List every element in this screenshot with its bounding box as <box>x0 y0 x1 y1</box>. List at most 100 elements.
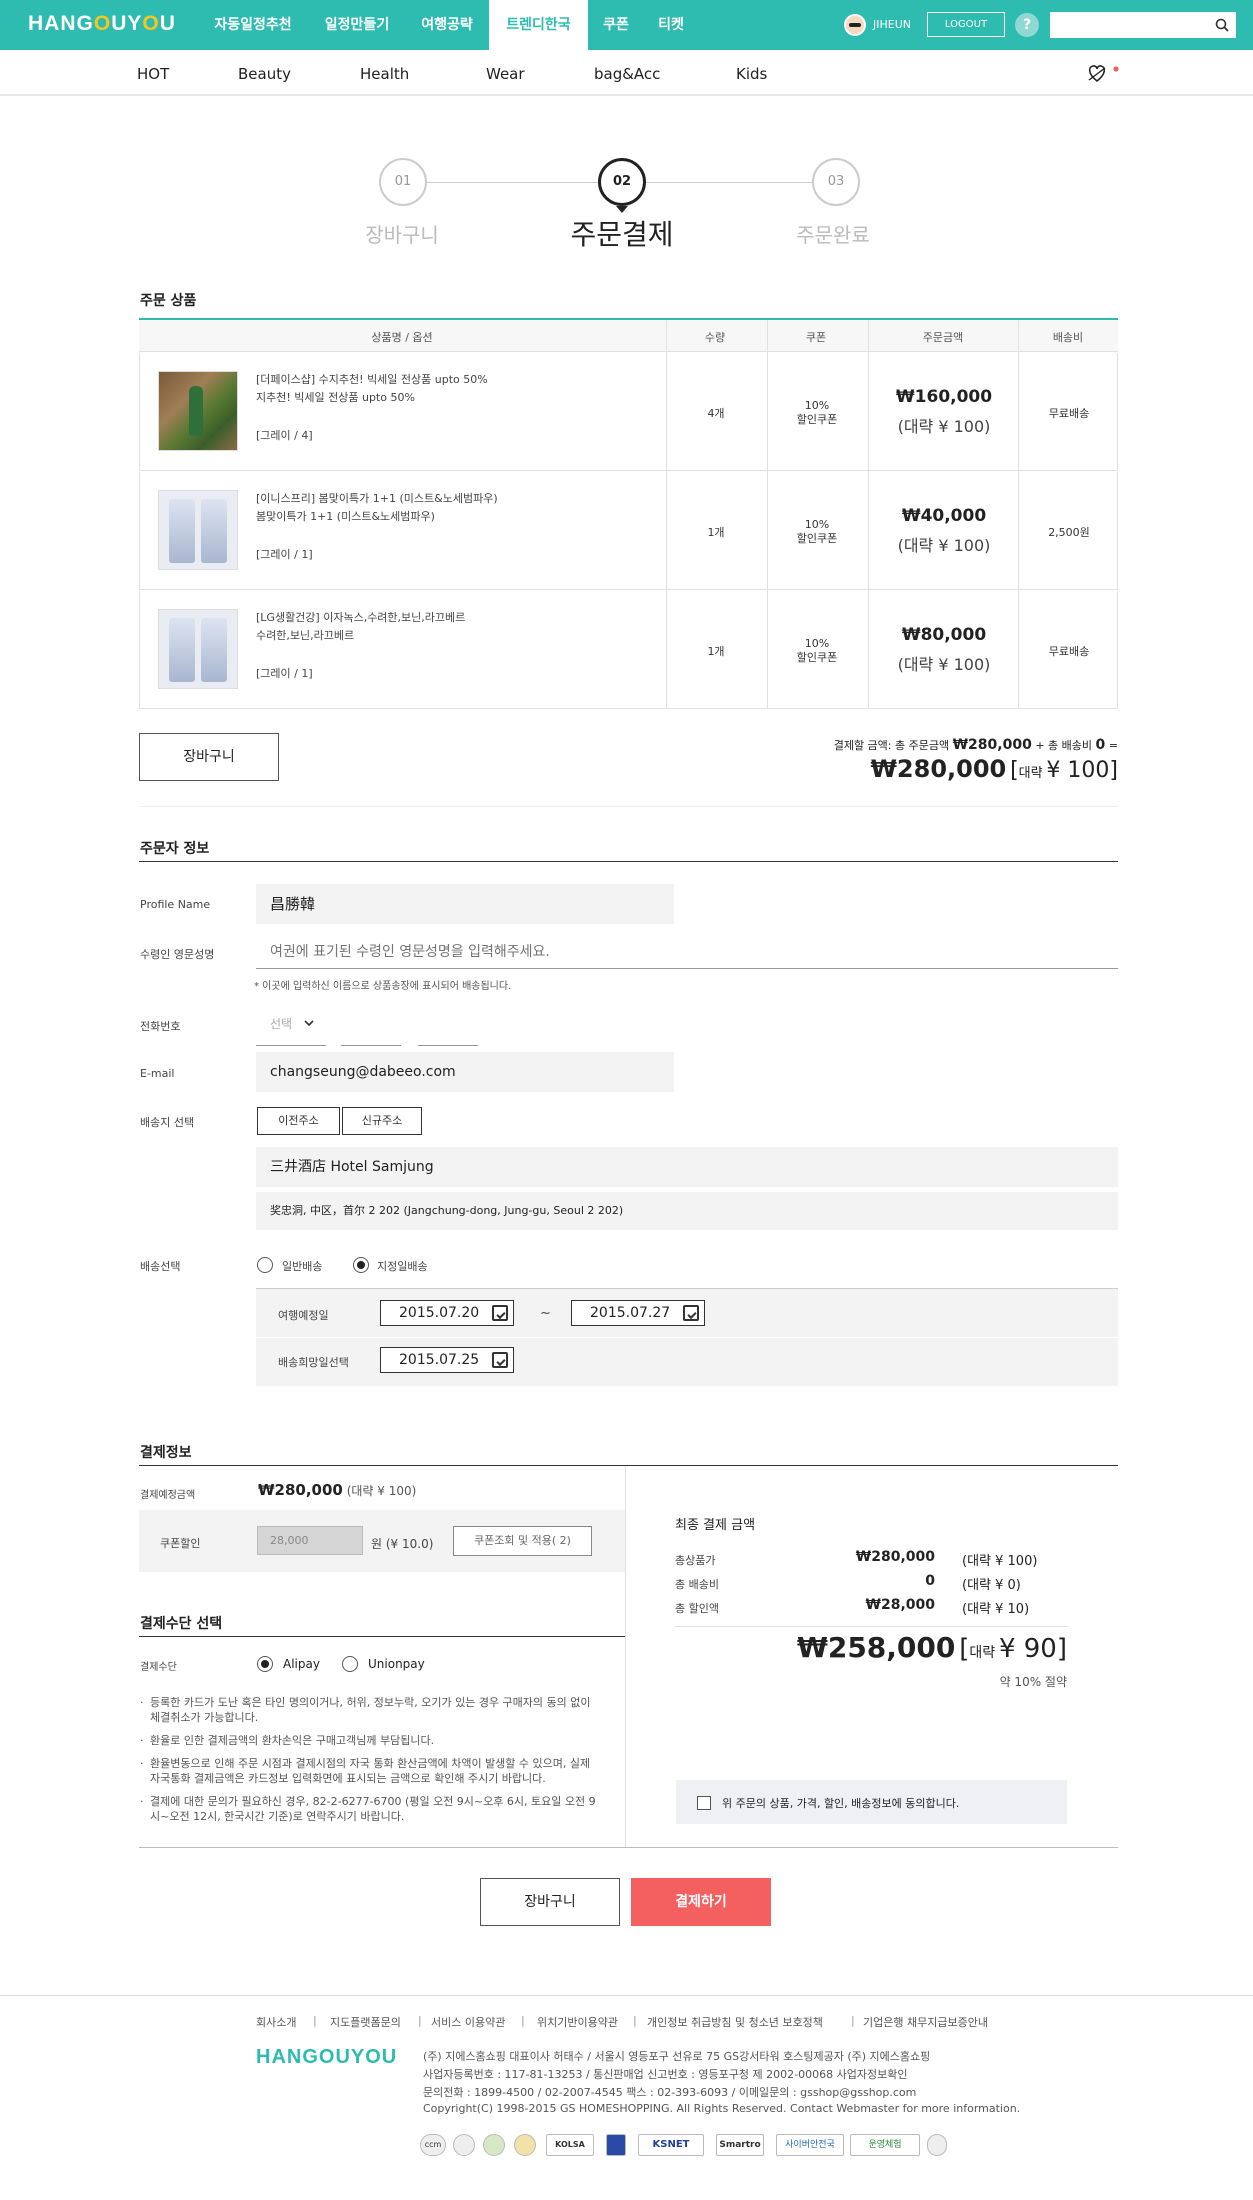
coupon-amount-field[interactable]: 28,000 <box>257 1526 363 1555</box>
phone-last-input[interactable] <box>418 1008 478 1046</box>
nav-travel-guide[interactable]: 여행공략 <box>407 0 487 50</box>
product-name[interactable]: [이니스프리] 봄맞이특가 1+1 (미스트&노세범파우) 봄맞이특가 1+1 … <box>256 490 616 526</box>
coupon-type: 할인쿠폰 <box>796 651 838 664</box>
bracket-close: ] <box>1056 1634 1067 1664</box>
new-address-button[interactable]: 신규주소 <box>342 1107 422 1135</box>
back-to-cart-button[interactable]: 장바구니 <box>480 1878 620 1926</box>
address-detail-field[interactable]: 奖忠洞, 中区，首尔 2 202 (Jangchung-dong, Jung-g… <box>256 1192 1118 1230</box>
footer-separator: | <box>418 2014 422 2027</box>
agree-checkbox[interactable] <box>697 1796 711 1810</box>
product-name-line1: [LG생활건강] 이자녹스,수려한,보닌,라끄베르 <box>256 611 466 624</box>
coupon-type: 할인쿠폰 <box>796 532 838 545</box>
english-name-note: * 이곳에 입력하신 이름으로 상품송장에 표시되어 배송됩니다. <box>254 981 512 992</box>
nav-trendy-korea[interactable]: 트렌디한국 <box>489 0 588 50</box>
cart-button[interactable]: 장바구니 <box>139 733 279 781</box>
wish-date-value: 2015.07.25 <box>399 1352 480 1368</box>
calendar-icon[interactable] <box>492 1352 508 1368</box>
address-name-field[interactable]: 三井酒店 Hotel Samjung <box>256 1147 1118 1187</box>
user-name: JIHEUN <box>873 18 911 31</box>
orderer-section-title: 주문자 정보 <box>140 841 210 857</box>
top-bar: HANGOUYOU 자동일정추천 일정만들기 여행공략 트렌디한국 쿠폰 티켓 … <box>0 0 1253 50</box>
payment-note: 결제에 대한 문의가 필요하신 경우, 82-2-6277-6700 (평일 오… <box>140 1794 602 1824</box>
cert-badge-icon <box>606 2134 626 2156</box>
alipay-radio[interactable] <box>257 1656 273 1672</box>
normal-shipping-radio[interactable] <box>257 1257 273 1273</box>
footer-link-company[interactable]: 회사소개 <box>256 2014 296 2030</box>
calendar-icon[interactable] <box>683 1305 699 1321</box>
nav-coupon[interactable]: 쿠폰 <box>596 0 636 50</box>
nav-ticket[interactable]: 티켓 <box>648 0 694 50</box>
chevron-down-icon <box>304 1020 314 1027</box>
product-image[interactable] <box>158 490 238 570</box>
nav-make-schedule[interactable]: 일정만들기 <box>313 0 401 50</box>
product-name[interactable]: [LG생활건강] 이자녹스,수려한,보닌,라끄베르 수려한,보닌,라끄베르 <box>256 609 616 645</box>
category-kids[interactable]: Kids <box>736 65 767 83</box>
profile-name-label: Profile Name <box>140 898 211 911</box>
email-field[interactable]: changseung@dabeeo.com <box>256 1052 674 1092</box>
product-image[interactable] <box>158 371 238 451</box>
final-total-cny: ¥ 90 <box>998 1634 1057 1664</box>
order-total: ₩280,000 [대략 ¥ 100] <box>870 755 1118 783</box>
help-icon[interactable]: ? <box>1015 13 1039 37</box>
step-pointer <box>616 206 628 213</box>
category-beauty[interactable]: Beauty <box>238 65 291 83</box>
previous-address-button[interactable]: 이전주소 <box>257 1107 340 1135</box>
divider <box>675 1626 1067 1627</box>
footer-link-privacy[interactable]: 개인정보 취급방침 및 청소년 보호정책 <box>647 2014 823 2030</box>
bracket-close: ] <box>1109 758 1118 783</box>
phone-middle-input[interactable] <box>341 1008 401 1046</box>
english-name-input[interactable] <box>256 935 1118 969</box>
product-bottle <box>169 499 195 563</box>
coupon-unit: 원 (¥ 10.0) <box>371 1537 434 1551</box>
category-hot[interactable]: HOT <box>137 65 169 83</box>
calendar-icon[interactable] <box>492 1305 508 1321</box>
phone-prefix-select[interactable]: 선택 <box>256 1008 326 1046</box>
footer-link-terms[interactable]: 서비스 이용약관 <box>431 2014 505 2030</box>
pay-button[interactable]: 결제하기 <box>631 1878 771 1926</box>
search-input[interactable] <box>1050 12 1210 38</box>
coupon: 10% 할인쿠폰 <box>767 637 867 665</box>
step-2-circle: 02 <box>598 158 646 206</box>
kolsa-badge-icon: KOLSA <box>546 2134 594 2156</box>
payment-method-label: 결제수단 <box>140 1662 177 1673</box>
avatar-glasses <box>849 23 861 27</box>
nav-auto-schedule[interactable]: 자동일정추천 <box>203 0 303 50</box>
footer-link-location[interactable]: 위치기반이용약관 <box>537 2014 618 2030</box>
category-wear[interactable]: Wear <box>486 65 525 83</box>
expected-amount-cny: (대략 ¥ 100) <box>346 1484 417 1498</box>
product-image[interactable] <box>158 609 238 689</box>
site-logo[interactable]: HANGOUYOU <box>28 12 176 36</box>
final-row-label: 총 할인액 <box>675 1602 719 1615</box>
cert-badge-icon <box>483 2134 505 2156</box>
footer-link-map[interactable]: 지도플랫폼문의 <box>330 2014 401 2030</box>
footer-logo[interactable]: HANGOUYOU <box>256 2046 397 2069</box>
summary-equals: = <box>1108 739 1118 752</box>
cert-badge-icon <box>453 2134 475 2156</box>
wish-date[interactable]: 2015.07.25 <box>380 1347 514 1373</box>
expected-amount-label: 결제예정금액 <box>140 1490 196 1501</box>
travel-end-date[interactable]: 2015.07.27 <box>571 1300 705 1326</box>
product-bottle <box>189 386 203 436</box>
avatar[interactable] <box>844 14 866 36</box>
category-health[interactable]: Health <box>360 65 409 83</box>
scheduled-shipping-radio[interactable] <box>353 1257 369 1273</box>
order-summary-line: 결제할 금액: 총 주문금액 ₩280,000 + 총 배송비 0 = <box>834 737 1118 753</box>
product-name[interactable]: [더페이스샵] 수지추천! 빅세일 전상품 upto 50% 지추천! 빅세일 … <box>256 371 616 407</box>
category-nav: HOT Beauty Health Wear bag&Acc Kids <box>0 50 1253 96</box>
search-icon[interactable] <box>1215 18 1229 32</box>
footer-info-line: (주) 지에스홈쇼핑 대표이사 허태수 / 서울시 영등포구 선유로 75 GS… <box>423 2050 931 2063</box>
category-bag-acc[interactable]: bag&Acc <box>594 65 660 83</box>
profile-name-field[interactable]: 昌勝韓 <box>256 884 674 924</box>
coupon-apply-button[interactable]: 쿠폰조회 및 적용( 2) <box>453 1526 592 1556</box>
travel-start-date[interactable]: 2015.07.20 <box>380 1300 514 1326</box>
product-name-line1: [이니스프리] 봄맞이특가 1+1 (미스트&노세범파우) <box>256 492 498 505</box>
wishlist-heart-icon[interactable] <box>1086 62 1122 84</box>
shipping-type-label: 배송선택 <box>140 1260 181 1273</box>
summary-amount: ₩280,000 <box>952 737 1032 753</box>
footer-link-guarantee[interactable]: 기업은행 채무지급보증안내 <box>863 2014 988 2030</box>
final-row-label: 총상품가 <box>675 1554 716 1567</box>
coupon-discount-label: 쿠폰할인 <box>160 1537 201 1550</box>
unionpay-radio[interactable] <box>342 1656 358 1672</box>
quantity: 1개 <box>707 645 725 658</box>
logout-button[interactable]: LOGOUT <box>927 12 1005 37</box>
